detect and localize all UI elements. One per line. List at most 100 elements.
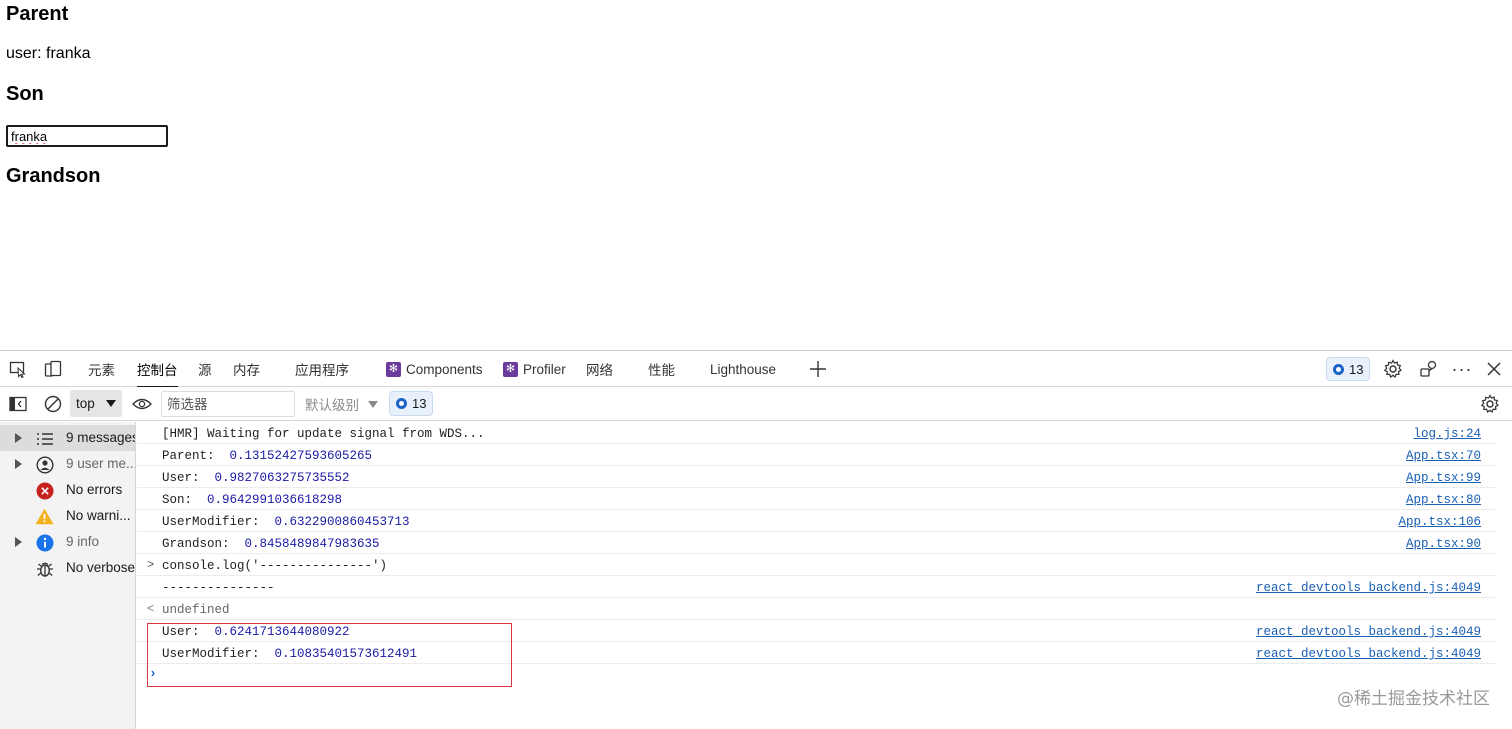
close-icon[interactable] [1482,351,1506,387]
console-message[interactable]: Son: 0.9642991036618298 [162,493,342,507]
issues-badge-count: 13 [1349,361,1364,377]
console-input-row: > console.log('---------------') [137,554,1497,576]
sidebar-item-errors[interactable]: No errors [0,477,135,503]
source-link[interactable]: react_devtools_backend.js:4049 [1256,625,1481,639]
console-message[interactable]: Parent: 0.13152427593605265 [162,449,372,463]
context-select-value: top [76,396,95,411]
console-message[interactable]: UserModifier: 0.6322900860453713 [162,515,410,529]
sidebar-item-warnings[interactable]: No warni... [0,503,135,529]
tab-profiler[interactable]: ✻ Profiler [503,351,566,387]
console-result-row: < undefined [137,598,1497,620]
source-link[interactable]: App.tsx:70 [1406,449,1481,463]
son-user-input[interactable] [6,125,168,147]
logged-number: 0.9827063275735552 [214,471,350,485]
console-message[interactable]: User: 0.9827063275735552 [162,471,350,485]
console-row: User: 0.9827063275735552 App.tsx:99 [137,466,1497,488]
inspect-element-icon[interactable] [6,351,30,387]
tab-application[interactable]: 应用程序 [295,351,349,387]
clear-console-icon[interactable] [41,387,65,421]
issues-toolbar-badge[interactable]: 13 [389,391,434,416]
console-row: --------------- react_devtools_backend.j… [137,576,1497,598]
logged-number: 0.9642991036618298 [207,493,343,507]
console-result[interactable]: undefined [162,603,230,617]
context-select[interactable]: top [70,390,122,417]
source-link[interactable]: App.tsx:80 [1406,493,1481,507]
console-message[interactable]: --------------- [162,581,275,595]
console-output: [HMR] Waiting for update signal from WDS… [137,422,1512,729]
live-expression-eye-icon[interactable] [130,387,154,421]
connect-device-icon[interactable] [1417,351,1441,387]
parent-heading: Parent [6,3,69,25]
list-icon [35,429,54,448]
page-preview: Parent user: franka Son Grandson [0,0,1512,350]
info-icon [35,533,54,552]
source-link[interactable]: App.tsx:106 [1398,515,1481,529]
sidebar-item-label: No warni... [66,508,131,523]
issues-toolbar-count: 13 [412,396,427,411]
issues-icon [396,398,407,409]
device-toolbar-icon[interactable] [41,351,65,387]
console-message[interactable]: Grandson: 0.8458489847983635 [162,537,380,551]
tab-network[interactable]: 网络 [586,351,613,387]
source-link[interactable]: log.js:24 [1413,427,1481,441]
console-sidebar: 9 messages 9 user me... No errors No war… [0,422,136,729]
error-icon [35,481,54,500]
devtools-tabbar: 元素 控制台 源 内存 应用程序 ✻ Components ✻ Profiler 网… [0,351,1512,388]
sidebar-item-label: 9 user me... [66,456,135,471]
console-settings-gear-icon[interactable] [1478,387,1502,421]
expand-arrow-icon[interactable] [15,537,22,547]
react-icon: ✻ [503,361,518,377]
sidebar-item-verbose[interactable]: No verbose [0,555,135,581]
tab-performance[interactable]: 性能 [648,351,675,387]
watermark: @稀土掘金技术社区 [1337,689,1490,709]
input-chevron-icon: > [147,558,155,572]
user-text: user: franka [6,45,91,62]
devtools-panel: 元素 控制台 源 内存 应用程序 ✻ Components ✻ Profiler 网… [0,350,1512,729]
console-row: Son: 0.9642991036618298 App.tsx:80 [137,488,1497,510]
logged-number: 0.8458489847983635 [244,537,380,551]
bug-icon [35,559,54,578]
more-tabs-plus-icon[interactable] [806,351,830,387]
console-row: [HMR] Waiting for update signal from WDS… [137,422,1497,444]
tab-components-label: Components [406,361,483,377]
expand-arrow-icon[interactable] [15,433,22,443]
expand-arrow-icon[interactable] [15,459,22,469]
chevron-down-icon [368,400,378,408]
filter-input[interactable] [161,391,295,417]
log-levels-dropdown[interactable]: 默认级别 [305,391,378,417]
sidebar-item-info[interactable]: 9 info [0,529,135,555]
console-command[interactable]: console.log('---------------') [162,559,387,573]
sidebar-item-user-messages[interactable]: 9 user me... [0,451,135,477]
tab-console[interactable]: 控制台 [137,351,178,388]
source-link[interactable]: react_devtools_backend.js:4049 [1256,581,1481,595]
son-heading: Son [6,83,44,105]
console-row: Parent: 0.13152427593605265 App.tsx:70 [137,444,1497,466]
react-icon: ✻ [386,361,401,377]
tab-sources[interactable]: 源 [198,351,212,387]
tab-elements[interactable]: 元素 [88,351,115,387]
chevron-down-icon [106,400,116,407]
console-row: UserModifier: 0.6322900860453713 App.tsx… [137,510,1497,532]
sidebar-toggle-icon[interactable] [6,387,30,421]
source-link[interactable]: App.tsx:90 [1406,537,1481,551]
tab-lighthouse[interactable]: Lighthouse [710,351,776,387]
console-message[interactable]: [HMR] Waiting for update signal from WDS… [162,427,485,441]
user-icon [35,455,54,474]
source-link[interactable]: react_devtools_backend.js:4049 [1256,647,1481,661]
issues-badge[interactable]: 13 [1326,357,1371,381]
grandson-heading: Grandson [6,165,101,187]
source-link[interactable]: App.tsx:99 [1406,471,1481,485]
settings-gear-icon[interactable] [1381,351,1405,387]
sidebar-item-label: 9 info [66,534,100,549]
tab-profiler-label: Profiler [523,361,566,377]
sidebar-item-label: No errors [66,482,123,497]
sidebar-item-label: No verbose [66,560,135,575]
result-chevron-icon: < [147,602,155,616]
tab-components[interactable]: ✻ Components [386,351,483,387]
logged-number: 0.13152427593605265 [229,449,373,463]
more-options-icon[interactable]: ··· [1450,351,1474,387]
issues-icon [1333,363,1344,375]
sidebar-item-label: 9 messages [66,430,135,445]
sidebar-item-messages[interactable]: 9 messages [0,425,135,451]
tab-memory[interactable]: 内存 [233,351,260,387]
